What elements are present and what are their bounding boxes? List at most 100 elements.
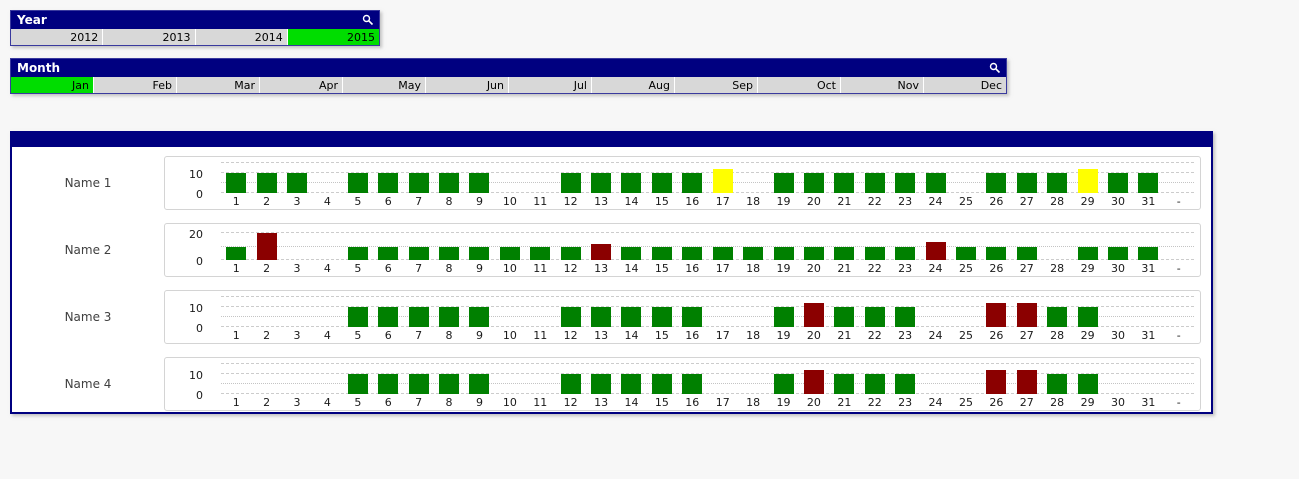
bar-day-13[interactable] (591, 374, 612, 394)
bar-day-6[interactable] (378, 307, 399, 327)
bar-day-13[interactable] (591, 307, 612, 327)
bar-day-21[interactable] (834, 307, 855, 327)
bar-day-11[interactable] (530, 246, 551, 260)
search-icon[interactable] (362, 14, 374, 26)
bar-day-19[interactable] (773, 307, 794, 327)
bar-day-31[interactable] (1138, 246, 1159, 260)
bar-day-27[interactable] (1016, 173, 1037, 193)
bar-day-15[interactable] (651, 307, 672, 327)
year-listbox-caption[interactable]: Year (11, 11, 379, 29)
bar-day-7[interactable] (408, 246, 429, 260)
search-icon[interactable] (989, 62, 1001, 74)
bar-day-22[interactable] (864, 307, 885, 327)
bar-day-13[interactable] (591, 173, 612, 193)
bar-day-12[interactable] (560, 246, 581, 260)
listbox-value-2014[interactable]: 2014 (195, 29, 288, 45)
bar-day-8[interactable] (439, 246, 460, 260)
bar-day-26[interactable] (986, 173, 1007, 193)
listbox-value-jul[interactable]: Jul (509, 77, 592, 93)
bar-day-29[interactable] (1077, 246, 1098, 260)
bar-day-2[interactable] (256, 173, 277, 193)
bar-day-27[interactable] (1016, 303, 1037, 327)
bar-day-20[interactable] (803, 370, 824, 394)
bar-day-5[interactable] (347, 246, 368, 260)
bar-day-22[interactable] (864, 246, 885, 260)
bar-day-30[interactable] (1107, 173, 1128, 193)
listbox-value-may[interactable]: May (343, 77, 426, 93)
bar-day-23[interactable] (895, 374, 916, 394)
bar-day-1[interactable] (226, 173, 247, 193)
bar-day-17[interactable] (712, 169, 733, 193)
bar-day-13[interactable] (591, 243, 612, 260)
bar-day-20[interactable] (803, 303, 824, 327)
bar-day-1[interactable] (226, 246, 247, 260)
bar-day-15[interactable] (651, 246, 672, 260)
bar-day-23[interactable] (895, 307, 916, 327)
bar-day-27[interactable] (1016, 370, 1037, 394)
bar-day-19[interactable] (773, 374, 794, 394)
bar-day-28[interactable] (1047, 374, 1068, 394)
bar-day-19[interactable] (773, 246, 794, 260)
bar-day-12[interactable] (560, 374, 581, 394)
bar-day-22[interactable] (864, 173, 885, 193)
bar-day-21[interactable] (834, 374, 855, 394)
month-listbox-caption[interactable]: Month (11, 59, 1006, 77)
bar-day-26[interactable] (986, 246, 1007, 260)
bar-day-16[interactable] (682, 173, 703, 193)
bar-day-6[interactable] (378, 246, 399, 260)
bar-day-25[interactable] (955, 246, 976, 260)
bar-day-28[interactable] (1047, 173, 1068, 193)
bar-day-5[interactable] (347, 173, 368, 193)
bar-day-5[interactable] (347, 307, 368, 327)
bar-day-24[interactable] (925, 173, 946, 193)
bar-day-14[interactable] (621, 307, 642, 327)
bar-day-7[interactable] (408, 173, 429, 193)
bar-day-2[interactable] (256, 233, 277, 260)
listbox-value-apr[interactable]: Apr (260, 77, 343, 93)
listbox-value-2012[interactable]: 2012 (11, 29, 104, 45)
bar-day-29[interactable] (1077, 169, 1098, 193)
bar-day-12[interactable] (560, 173, 581, 193)
bar-day-8[interactable] (439, 374, 460, 394)
listbox-value-jan[interactable]: Jan (11, 77, 94, 93)
bar-day-28[interactable] (1047, 307, 1068, 327)
bar-day-16[interactable] (682, 374, 703, 394)
bar-day-15[interactable] (651, 374, 672, 394)
bar-day-14[interactable] (621, 374, 642, 394)
bar-day-23[interactable] (895, 173, 916, 193)
listbox-value-oct[interactable]: Oct (758, 77, 841, 93)
bar-day-12[interactable] (560, 307, 581, 327)
listbox-value-nov[interactable]: Nov (841, 77, 924, 93)
bar-day-9[interactable] (469, 173, 490, 193)
bar-day-31[interactable] (1138, 173, 1159, 193)
bar-day-21[interactable] (834, 246, 855, 260)
bar-day-29[interactable] (1077, 307, 1098, 327)
bar-day-6[interactable] (378, 173, 399, 193)
bar-day-8[interactable] (439, 173, 460, 193)
bar-day-7[interactable] (408, 374, 429, 394)
bar-day-20[interactable] (803, 246, 824, 260)
bar-day-5[interactable] (347, 374, 368, 394)
bar-day-9[interactable] (469, 374, 490, 394)
bar-day-14[interactable] (621, 173, 642, 193)
bar-day-23[interactable] (895, 246, 916, 260)
listbox-value-feb[interactable]: Feb (94, 77, 177, 93)
bar-day-27[interactable] (1016, 246, 1037, 260)
bar-day-24[interactable] (925, 242, 946, 260)
bar-day-16[interactable] (682, 246, 703, 260)
listbox-value-dec[interactable]: Dec (924, 77, 1006, 93)
bar-day-6[interactable] (378, 374, 399, 394)
bar-day-3[interactable] (287, 173, 308, 193)
listbox-value-mar[interactable]: Mar (177, 77, 260, 93)
bar-day-22[interactable] (864, 374, 885, 394)
bar-day-19[interactable] (773, 173, 794, 193)
chart-caption-bar[interactable] (12, 133, 1211, 147)
bar-day-29[interactable] (1077, 374, 1098, 394)
bar-day-26[interactable] (986, 303, 1007, 327)
bar-day-9[interactable] (469, 246, 490, 260)
bar-day-15[interactable] (651, 173, 672, 193)
listbox-value-2015[interactable]: 2015 (287, 29, 379, 45)
bar-day-18[interactable] (743, 246, 764, 260)
bar-day-26[interactable] (986, 370, 1007, 394)
bar-day-30[interactable] (1107, 246, 1128, 260)
